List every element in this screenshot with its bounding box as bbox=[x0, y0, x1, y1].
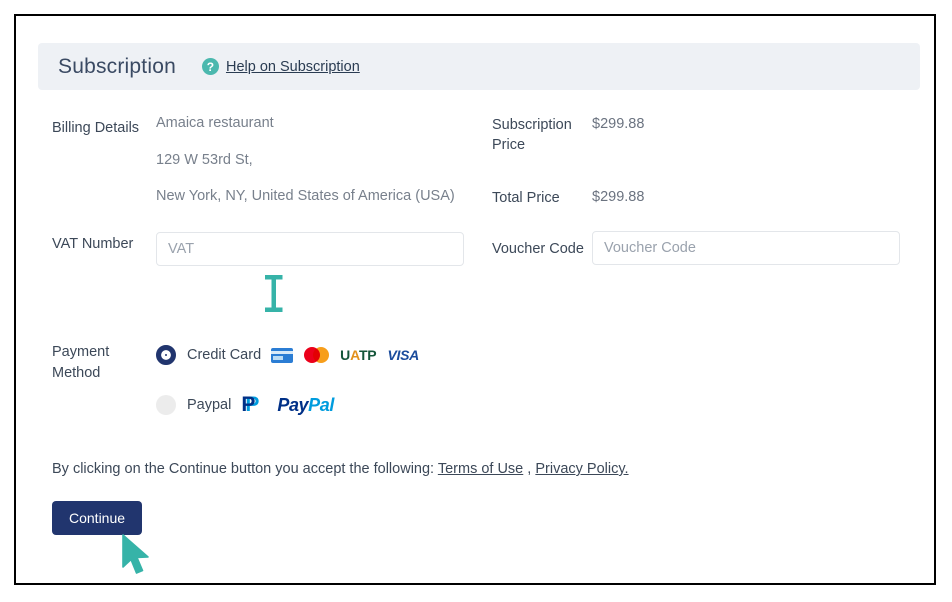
subscription-price-row: Subscription Price $299.88 bbox=[492, 116, 912, 155]
screenshot-root: Subscription ? Help on Subscription Bill… bbox=[0, 0, 952, 602]
page-title: Subscription bbox=[58, 54, 176, 78]
billing-line-company: Amaica restaurant bbox=[156, 116, 274, 131]
payment-option-paypal[interactable]: Paypal PP PayPal bbox=[156, 388, 419, 422]
credit-card-label: Credit Card bbox=[187, 347, 262, 363]
billing-details-row: Billing Details Amaica restaurant 129 W … bbox=[52, 116, 472, 226]
visa-icon: VISA bbox=[387, 347, 419, 363]
payment-method-label: Payment Method bbox=[52, 344, 110, 382]
left-column: Billing Details Amaica restaurant 129 W … bbox=[52, 116, 472, 272]
terms-of-use-link[interactable]: Terms of Use bbox=[438, 461, 523, 477]
radio-paypal[interactable] bbox=[156, 395, 176, 415]
page-frame: Subscription ? Help on Subscription Bill… bbox=[14, 14, 936, 585]
privacy-policy-link[interactable]: Privacy Policy. bbox=[535, 461, 628, 477]
section-header: Subscription ? Help on Subscription bbox=[38, 43, 920, 90]
mastercard-icon bbox=[304, 347, 330, 363]
terms-prefix: By clicking on the Continue button you a… bbox=[52, 461, 438, 477]
payment-method-section: Payment Method Credit Card UATP VISA Pay… bbox=[52, 338, 419, 438]
radio-credit-card[interactable] bbox=[156, 345, 176, 365]
vat-number-label: VAT Number bbox=[52, 235, 134, 252]
continue-button[interactable]: Continue bbox=[52, 501, 143, 535]
billing-details-label: Billing Details bbox=[52, 120, 140, 136]
amex-card-icon bbox=[271, 347, 294, 363]
voucher-code-label: Voucher Code bbox=[492, 240, 584, 257]
voucher-code-input[interactable] bbox=[592, 230, 900, 265]
terms-separator: , bbox=[523, 461, 536, 477]
billing-line-city-country: New York, NY, United States of America (… bbox=[156, 188, 455, 204]
vat-number-input[interactable] bbox=[156, 231, 464, 266]
total-price-value: $299.88 bbox=[592, 189, 645, 206]
credit-card-logos: UATP VISA bbox=[271, 347, 419, 363]
form-body: Billing Details Amaica restaurant 129 W … bbox=[16, 116, 934, 576]
total-price-label: Total Price bbox=[492, 190, 560, 207]
paypal-icon: PP bbox=[241, 393, 260, 416]
subscription-price-label: Subscription Price bbox=[492, 117, 572, 153]
voucher-code-row: Voucher Code bbox=[492, 230, 912, 265]
help-link-group[interactable]: ? Help on Subscription bbox=[201, 58, 360, 75]
billing-details-value: Amaica restaurant 129 W 53rd St, New Yor… bbox=[156, 116, 468, 226]
payment-options: Credit Card UATP VISA Paypal P P PayPal bbox=[156, 338, 419, 438]
total-price-row: Total Price $299.88 bbox=[492, 189, 912, 209]
uatp-icon: UATP bbox=[340, 347, 377, 363]
right-column: Subscription Price $299.88 Total Price $… bbox=[492, 116, 912, 271]
subscription-price-value: $299.88 bbox=[592, 116, 645, 132]
terms-text: By clicking on the Continue button you a… bbox=[52, 461, 629, 477]
paypal-wordmark: PayPal bbox=[277, 394, 334, 415]
paypal-logo-group: PP PayPal bbox=[241, 393, 334, 416]
vat-number-row: VAT Number bbox=[52, 231, 472, 266]
question-mark-icon: ? bbox=[201, 58, 219, 75]
paypal-label: Paypal bbox=[187, 397, 232, 413]
help-on-subscription-link[interactable]: Help on Subscription bbox=[226, 59, 360, 75]
billing-line-street: 129 W 53rd St, bbox=[156, 151, 253, 168]
payment-option-credit-card[interactable]: Credit Card UATP VISA bbox=[156, 338, 419, 372]
